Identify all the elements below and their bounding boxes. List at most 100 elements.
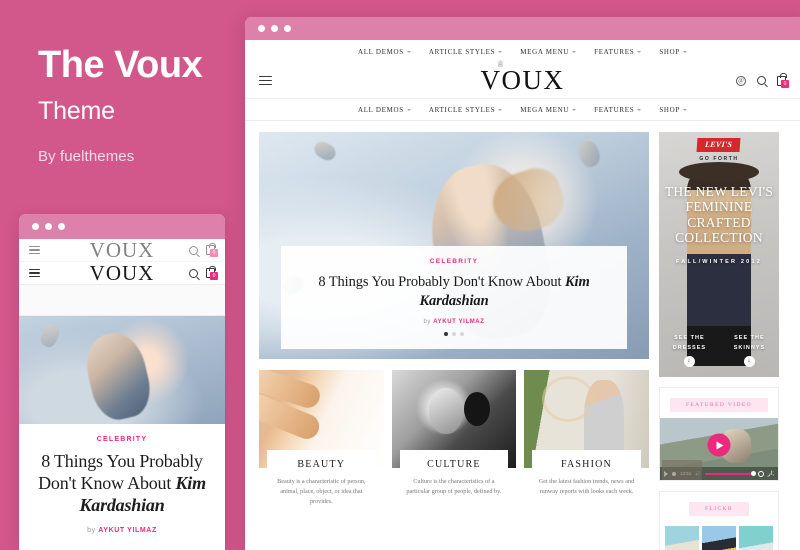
stickynav-item-shop[interactable]: SHOP (659, 105, 688, 114)
hero-author[interactable]: AYKUT YILMAZ (433, 319, 484, 325)
expand-icon[interactable]: ار; (768, 470, 774, 477)
cart-icon[interactable]: 0 (206, 242, 218, 257)
cart-badge: 0 (210, 249, 218, 257)
search-icon[interactable] (189, 245, 198, 255)
chevron-down-icon (498, 108, 503, 111)
mobile-article: CELEBRITY 8 Things You Probably Don't Kn… (19, 424, 225, 534)
window-dot-minimize-icon[interactable] (271, 25, 278, 32)
promo-subtitle: Theme (38, 96, 115, 125)
flickr-thumbnail[interactable] (702, 526, 736, 550)
hero-slider[interactable]: CELEBRITY 8 Things You Probably Don't Kn… (259, 132, 649, 359)
site-logo[interactable]: ♕ VOUX (245, 60, 800, 95)
nav-item-all-demos[interactable]: ALL DEMOS (358, 48, 411, 56)
ad-headline: THE NEW LEVI'S FEMININE CRAFTED COLLECTI… (664, 184, 774, 246)
advertisement-banner[interactable]: LEVI'S GO FORTH THE NEW LEVI'S FEMININE … (659, 132, 779, 377)
search-icon[interactable] (189, 268, 198, 278)
volume-icon[interactable]: 🔊 (695, 471, 701, 477)
gear-icon[interactable] (757, 470, 764, 477)
hero-category[interactable]: CELEBRITY (295, 258, 613, 265)
ad-cta-group: SEE THE DRESSES ↓ SEE THE SKINNYS ↓ (659, 334, 779, 367)
nav-item-shop[interactable]: SHOP (659, 48, 688, 56)
window-dot-close-icon[interactable] (32, 223, 39, 230)
mobile-author[interactable]: AYKUT YILMAZ (98, 527, 157, 534)
category-card-culture[interactable]: CULTURE Culture is the characteristics o… (391, 370, 517, 518)
nav-label: FEATURES (594, 47, 635, 56)
video-player[interactable]: 13:51 🔊 ار; (660, 418, 778, 480)
nav-label: MEGA MENU (520, 47, 570, 56)
cart-badge: 0 (781, 79, 789, 88)
stickynav-item-all-demos[interactable]: ALL DEMOS (358, 106, 411, 114)
sidebar: LEVI'S GO FORTH THE NEW LEVI'S FEMININE … (659, 132, 779, 550)
at-icon[interactable]: @ (736, 75, 746, 86)
hero-headline[interactable]: 8 Things You Probably Don't Know About K… (295, 273, 613, 311)
crown-icon: ♕ (496, 59, 507, 69)
slider-dot-2[interactable] (452, 332, 456, 336)
sticky-navigation: ALL DEMOS ARTICLE STYLES MEGA MENU FEATU… (245, 99, 800, 121)
chevron-down-icon (637, 50, 642, 53)
ad-hat-image (679, 162, 759, 182)
slider-dot-1[interactable] (444, 332, 448, 336)
featured-video-label: FEATURED VIDEO (669, 398, 769, 412)
cart-icon[interactable]: 0 (206, 265, 218, 280)
window-dot-minimize-icon[interactable] (45, 223, 52, 230)
hero-decoration (574, 138, 603, 170)
mobile-article-headline[interactable]: 8 Things You Probably Don't Know About K… (33, 451, 211, 517)
levis-logo: LEVI'S (696, 138, 742, 152)
flickr-widget: FLICKR (659, 491, 779, 550)
flickr-thumbnail[interactable] (739, 526, 773, 550)
cart-badge: 0 (210, 272, 218, 280)
nav-item-article-styles[interactable]: ARTICLE STYLES (429, 48, 503, 56)
play-icon[interactable] (664, 470, 668, 477)
search-icon[interactable] (757, 76, 766, 85)
site-header: ♕ VOUX @ 0 (245, 60, 800, 99)
ad-cta-dresses[interactable]: SEE THE DRESSES ↓ (659, 334, 720, 367)
chevron-down-icon (498, 50, 503, 53)
category-card-fashion[interactable]: FASHION Get the latest fashion trends, n… (524, 370, 649, 518)
browser-titlebar (245, 17, 800, 40)
play-button[interactable] (707, 433, 731, 457)
slider-dot-3[interactable] (460, 332, 464, 336)
category-description: Beauty is a characteristic of person, an… (277, 478, 366, 506)
video-controls: 13:51 🔊 ار; (660, 467, 778, 480)
cart-icon[interactable]: 0 (777, 73, 789, 88)
mobile-header-ghost: VOUX 0 (19, 239, 225, 262)
site-logo-text: VOUX (480, 65, 565, 95)
arrow-down-icon: ↓ (683, 356, 695, 367)
hero-caption: CELEBRITY 8 Things You Probably Don't Kn… (281, 246, 627, 349)
mobile-hero-image[interactable] (19, 316, 225, 424)
ad-cta-skinnys[interactable]: SEE THE SKINNYS ↓ (720, 334, 779, 367)
category-card-beauty[interactable]: BEAUTY Beauty is a characteristic of per… (259, 370, 384, 518)
chevron-down-icon (572, 50, 577, 53)
mobile-secondary-nav (19, 285, 225, 316)
promo-byline: By fuelthemes (38, 147, 135, 165)
flickr-label: FLICKR (689, 502, 749, 516)
hamburger-icon[interactable] (259, 75, 272, 86)
featured-video-widget: FEATURED VIDEO 13:51 🔊 ار; (659, 387, 779, 481)
nav-label: ALL DEMOS (357, 47, 404, 56)
stickynav-item-features[interactable]: FEATURES (594, 105, 642, 114)
mobile-header: VOUX 0 (19, 262, 225, 285)
category-description: Culture is the characteristics of a part… (406, 478, 502, 496)
chevron-down-icon (406, 108, 411, 111)
mobile-article-category[interactable]: CELEBRITY (33, 436, 211, 443)
video-timestamp: 13:51 (680, 471, 692, 476)
page-content: CELEBRITY 8 Things You Probably Don't Kn… (245, 121, 800, 550)
flickr-thumbnail[interactable] (665, 526, 699, 550)
stickynav-item-mega-menu[interactable]: MEGA MENU (520, 106, 577, 114)
window-dot-maximize-icon[interactable] (284, 25, 291, 32)
category-title: CULTURE (427, 459, 481, 470)
hero-byline: by AYKUT YILMAZ (295, 319, 613, 325)
nav-label: SHOP (659, 105, 681, 114)
window-dot-maximize-icon[interactable] (58, 223, 65, 230)
page-title: The Voux (38, 44, 203, 86)
stop-icon[interactable] (672, 471, 676, 476)
progress-slider[interactable] (704, 471, 756, 476)
browser-window: ALL DEMOS ARTICLE STYLES MEGA MENU FEATU… (245, 17, 800, 550)
nav-label: FEATURES (594, 105, 635, 114)
nav-item-mega-menu[interactable]: MEGA MENU (520, 47, 577, 56)
stickynav-item-article-styles[interactable]: ARTICLE STYLES (429, 106, 503, 114)
category-card-body: BEAUTY Beauty is a characteristic of per… (267, 450, 376, 518)
window-dot-close-icon[interactable] (258, 25, 265, 32)
hero-headline-plain: 8 Things You Probably Don't Know About (318, 274, 565, 291)
nav-item-features[interactable]: FEATURES (594, 47, 642, 56)
